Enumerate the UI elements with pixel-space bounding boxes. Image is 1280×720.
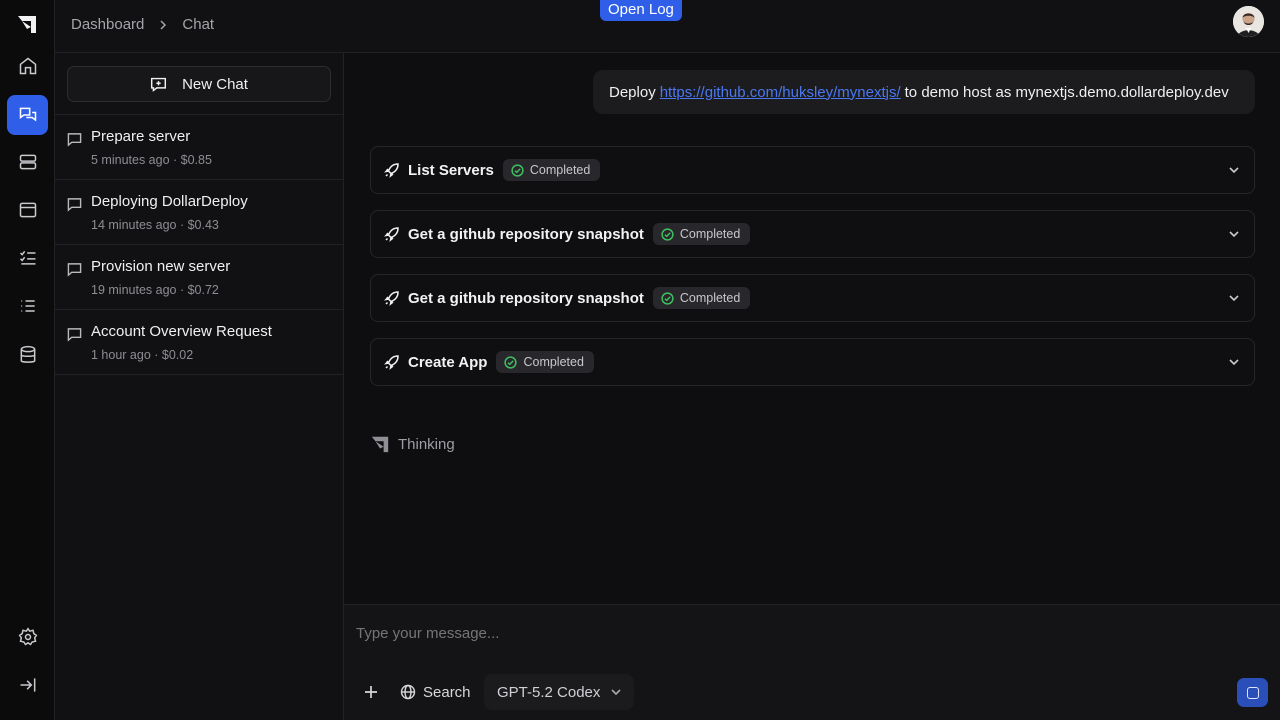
chat-title: Provision new server xyxy=(91,258,231,275)
nav-servers[interactable] xyxy=(7,142,48,182)
rocket-icon xyxy=(384,227,399,242)
open-log-button[interactable]: Open Log xyxy=(600,0,682,21)
conversation-area: Deploy https://github.com/huksley/mynext… xyxy=(344,53,1280,604)
search-toggle[interactable]: Search xyxy=(400,680,471,704)
chat-list-item[interactable]: Account Overview Request 1 hour ago · $0… xyxy=(55,310,343,375)
nav-chat[interactable] xyxy=(7,95,48,135)
model-select[interactable]: GPT-5.2 Codex xyxy=(484,674,634,710)
collapse-icon xyxy=(20,678,35,692)
search-label: Search xyxy=(423,683,471,701)
chevron-down-icon[interactable] xyxy=(1228,292,1240,304)
chat-meta: 5 minutes ago · $0.85 xyxy=(91,153,212,167)
chat-list-item[interactable]: Deploying DollarDeploy 14 minutes ago · … xyxy=(55,180,343,245)
message-icon xyxy=(67,263,82,277)
settings-icon xyxy=(18,627,37,646)
message-icon xyxy=(67,328,82,342)
breadcrumb-chat: Chat xyxy=(182,16,215,33)
tool-name: Get a github repository snapshot xyxy=(408,225,644,243)
model-label: GPT-5.2 Codex xyxy=(497,683,601,701)
apps-icon xyxy=(19,202,36,218)
chevron-down-icon[interactable] xyxy=(1228,228,1240,240)
message-icon xyxy=(67,133,82,147)
status-badge: Completed xyxy=(502,159,601,181)
tool-call-card[interactable]: Get a github repository snapshot Complet… xyxy=(370,210,1255,258)
chat-list-item[interactable]: Prepare server 5 minutes ago · $0.85 xyxy=(55,115,343,180)
stop-icon xyxy=(1246,686,1259,699)
home-icon xyxy=(19,57,36,75)
nav-home[interactable] xyxy=(7,46,48,86)
tool-name: Get a github repository snapshot xyxy=(408,289,644,307)
check-circle-icon xyxy=(511,163,524,177)
chat-meta: 1 hour ago · $0.02 xyxy=(91,348,194,362)
plus-icon[interactable] xyxy=(362,683,380,701)
chat-list-item[interactable]: Provision new server 19 minutes ago · $0… xyxy=(55,245,343,310)
repo-link[interactable]: https://github.com/huksley/mynextjs/ xyxy=(660,84,901,101)
chat-title: Deploying DollarDeploy xyxy=(91,193,248,210)
chat-title: Account Overview Request xyxy=(91,323,272,340)
rocket-icon xyxy=(384,355,399,370)
tool-call-card[interactable]: List Servers Completed xyxy=(370,146,1255,194)
chat-meta: 14 minutes ago · $0.43 xyxy=(91,218,219,232)
message-input[interactable] xyxy=(356,625,1236,642)
breadcrumb: Dashboard Chat xyxy=(71,16,214,33)
chevron-right-icon xyxy=(160,19,167,30)
new-chat-button[interactable]: New Chat xyxy=(67,66,331,102)
status-label: Completed xyxy=(529,163,591,177)
status-badge: Completed xyxy=(652,223,751,245)
icon-rail xyxy=(0,0,55,720)
tool-name: Create App xyxy=(408,353,488,371)
user-avatar-icon xyxy=(1233,6,1264,37)
tool-name: List Servers xyxy=(408,161,494,179)
servers-icon xyxy=(19,154,36,170)
status-label: Completed xyxy=(679,291,741,305)
thinking-label: Thinking xyxy=(398,435,455,453)
logo-icon xyxy=(371,436,389,453)
new-chat-label: New Chat xyxy=(182,75,248,93)
chat-list-panel: New Chat Prepare server 5 minutes ago · … xyxy=(55,53,344,720)
nav-tasks[interactable] xyxy=(7,238,48,278)
thinking-indicator: Thinking xyxy=(370,434,455,454)
top-header: Dashboard Chat Open Log xyxy=(55,0,1280,53)
message-icon xyxy=(67,198,82,212)
breadcrumb-dashboard[interactable]: Dashboard xyxy=(71,16,144,33)
database-icon xyxy=(20,345,35,363)
chevron-down-icon xyxy=(611,689,621,696)
check-circle-icon xyxy=(504,355,518,369)
check-circle-icon xyxy=(661,291,674,305)
tasks-icon xyxy=(19,250,35,265)
list-icon xyxy=(20,300,35,312)
user-message-suffix: to demo host as mynextjs.demo.dollardepl… xyxy=(904,83,1229,101)
status-label: Completed xyxy=(679,227,741,241)
stop-button[interactable] xyxy=(1237,678,1268,707)
check-circle-icon xyxy=(661,227,674,241)
chat-meta: 19 minutes ago · $0.72 xyxy=(91,283,219,297)
tool-call-card[interactable]: Get a github repository snapshot Complet… xyxy=(370,274,1255,322)
tool-call-card[interactable]: Create App Completed xyxy=(370,338,1255,386)
logo-icon[interactable] xyxy=(16,13,38,35)
nav-database[interactable] xyxy=(7,335,48,375)
rocket-icon xyxy=(384,291,399,306)
message-composer: Search GPT-5.2 Codex xyxy=(344,604,1280,720)
avatar[interactable] xyxy=(1233,6,1264,37)
globe-icon xyxy=(400,684,416,700)
chevron-down-icon[interactable] xyxy=(1228,164,1240,176)
chat-icon xyxy=(19,107,36,122)
rocket-icon xyxy=(384,163,399,178)
status-label: Completed xyxy=(523,355,584,369)
status-badge: Completed xyxy=(652,287,751,309)
nav-collapse[interactable] xyxy=(7,665,48,705)
user-message-prefix: Deploy xyxy=(609,83,656,101)
status-badge: Completed xyxy=(496,351,594,373)
nav-settings[interactable] xyxy=(7,617,48,657)
nav-list[interactable] xyxy=(7,286,48,326)
new-chat-icon xyxy=(151,77,167,92)
nav-apps[interactable] xyxy=(7,190,48,230)
chat-title: Prepare server xyxy=(91,128,191,145)
user-message: Deploy https://github.com/huksley/mynext… xyxy=(593,70,1255,114)
chevron-down-icon[interactable] xyxy=(1228,356,1240,368)
